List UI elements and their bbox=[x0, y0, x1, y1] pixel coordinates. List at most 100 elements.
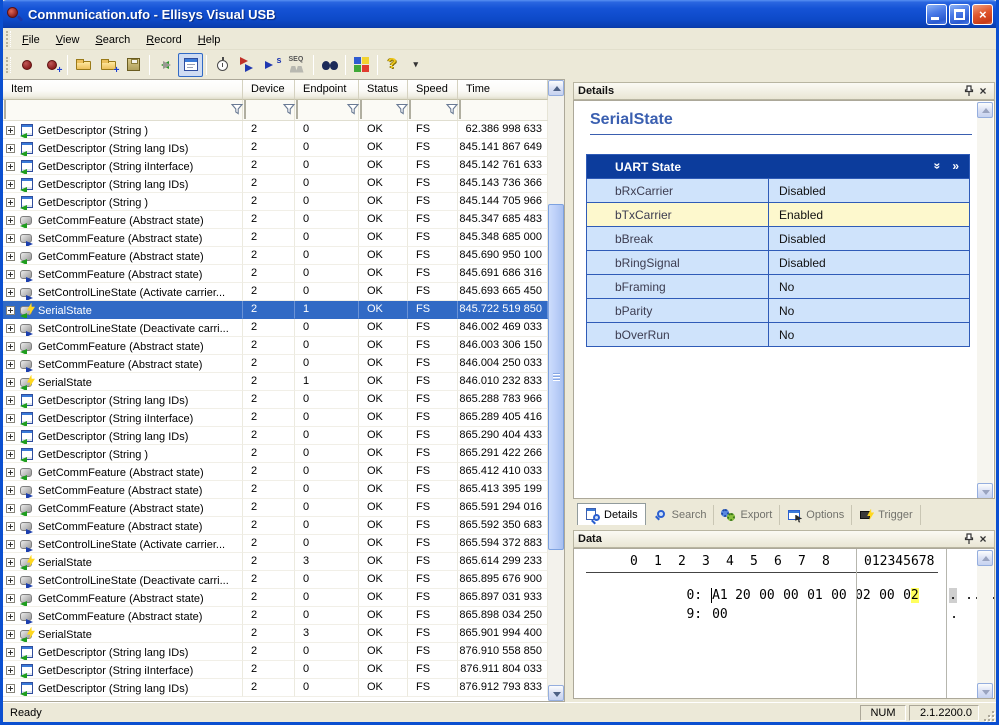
go-transfer-button[interactable]: s bbox=[260, 53, 285, 77]
column-header-endpoint[interactable]: Endpoint bbox=[295, 80, 359, 100]
instant-view-button[interactable] bbox=[178, 53, 203, 77]
expand-button[interactable] bbox=[6, 576, 15, 585]
find-button[interactable] bbox=[317, 53, 342, 77]
expand-button[interactable] bbox=[6, 144, 15, 153]
table-row[interactable]: GetDescriptor (String ) 2 0 OK FS 62.386… bbox=[3, 121, 548, 139]
grid-vertical-scrollbar[interactable] bbox=[548, 80, 564, 701]
table-row[interactable]: GetCommFeature (Abstract state) 2 0 OK F… bbox=[3, 337, 548, 355]
filter-funnel-icon[interactable] bbox=[346, 103, 360, 116]
expand-button[interactable] bbox=[6, 288, 15, 297]
go-transaction-button[interactable] bbox=[235, 53, 260, 77]
expand-button[interactable] bbox=[6, 162, 15, 171]
close-button[interactable]: × bbox=[972, 4, 993, 25]
table-row[interactable]: SetCommFeature (Abstract state) 2 0 OK F… bbox=[3, 517, 548, 535]
scroll-thumb[interactable] bbox=[548, 204, 564, 550]
table-row[interactable]: GetDescriptor (String lang IDs) 2 0 OK F… bbox=[3, 427, 548, 445]
expand-button[interactable] bbox=[6, 324, 15, 333]
save-button[interactable] bbox=[121, 53, 146, 77]
expand-button[interactable] bbox=[6, 180, 15, 189]
filter-input-device[interactable]: E... bbox=[244, 100, 246, 119]
expand-button[interactable] bbox=[6, 198, 15, 207]
expand-button[interactable] bbox=[6, 252, 15, 261]
tab-trigger[interactable]: Trigger bbox=[852, 505, 920, 525]
pin-button[interactable] bbox=[962, 84, 976, 98]
expand-button[interactable] bbox=[6, 522, 15, 531]
table-row[interactable]: GetDescriptor (String lang IDs) 2 0 OK F… bbox=[3, 679, 548, 697]
table-row[interactable]: GetDescriptor (String lang IDs) 2 0 OK F… bbox=[3, 643, 548, 661]
timing-button[interactable] bbox=[210, 53, 235, 77]
pin-button[interactable] bbox=[962, 532, 976, 546]
details-scroll-down-button[interactable] bbox=[977, 483, 993, 499]
filter-funnel-icon[interactable] bbox=[0, 103, 4, 116]
expand-button[interactable] bbox=[6, 558, 15, 567]
table-row[interactable]: GetDescriptor (String lang IDs) 2 0 OK F… bbox=[3, 175, 548, 193]
filter-funnel-icon[interactable] bbox=[230, 103, 244, 116]
toolbar-grip[interactable] bbox=[6, 57, 11, 73]
filter-input-endpoint[interactable]: Ent... bbox=[296, 100, 298, 119]
table-row[interactable]: GetDescriptor (String lang IDs) 2 0 OK F… bbox=[3, 139, 548, 157]
expand-button[interactable] bbox=[6, 270, 15, 279]
app-icon[interactable] bbox=[6, 6, 23, 23]
table-row[interactable]: SerialState 2 3 OK FS 865.614 299 233 bbox=[3, 553, 548, 571]
expand-button[interactable] bbox=[6, 414, 15, 423]
help-button[interactable]: ? bbox=[381, 53, 406, 77]
menu-help[interactable]: Help bbox=[190, 32, 229, 49]
menu-view[interactable]: View bbox=[48, 32, 88, 49]
menu-search[interactable]: Search bbox=[87, 32, 138, 49]
table-row[interactable]: GetCommFeature (Abstract state) 2 0 OK F… bbox=[3, 499, 548, 517]
expand-button[interactable] bbox=[6, 378, 15, 387]
scroll-up-button[interactable] bbox=[548, 80, 564, 96]
filter-input-speed[interactable]: E... bbox=[409, 100, 411, 119]
table-row[interactable]: GetDescriptor (String lang IDs) 2 0 OK F… bbox=[3, 391, 548, 409]
column-header-status[interactable]: Status bbox=[359, 80, 408, 100]
open-add-button[interactable]: + bbox=[96, 53, 121, 77]
column-header-speed[interactable]: Speed bbox=[408, 80, 458, 100]
table-row[interactable]: SetControlLineState (Deactivate carri...… bbox=[3, 571, 548, 589]
expand-button[interactable] bbox=[6, 216, 15, 225]
menu-file[interactable]: File bbox=[14, 32, 48, 49]
minimize-button[interactable] bbox=[926, 4, 947, 25]
data-scroll-down-button[interactable] bbox=[977, 683, 993, 699]
data-scrollbar[interactable] bbox=[977, 550, 993, 699]
table-row[interactable]: SetCommFeature (Abstract state) 2 0 OK F… bbox=[3, 607, 548, 625]
table-row[interactable]: GetDescriptor (String ) 2 0 OK FS 865.29… bbox=[3, 445, 548, 463]
expand-button[interactable] bbox=[6, 396, 15, 405]
column-header-item[interactable]: Item bbox=[3, 80, 243, 100]
toolbar-options-button[interactable]: ▾ bbox=[406, 53, 431, 77]
navigate-arrows-button[interactable] bbox=[153, 53, 178, 77]
tab-export[interactable]: Export bbox=[714, 505, 780, 525]
details-close-button[interactable]: × bbox=[976, 84, 990, 98]
table-row[interactable]: SetControlLineState (Activate carrier...… bbox=[3, 535, 548, 553]
expand-button[interactable] bbox=[6, 684, 15, 693]
column-header-device[interactable]: Device bbox=[243, 80, 295, 100]
filter-funnel-icon[interactable] bbox=[395, 103, 409, 116]
details-scroll-up-button[interactable] bbox=[977, 102, 993, 118]
menubar-grip[interactable] bbox=[6, 31, 11, 47]
expand-button[interactable] bbox=[6, 360, 15, 369]
expand-button[interactable] bbox=[6, 306, 15, 315]
table-row[interactable]: GetDescriptor (String iInterface) 2 0 OK… bbox=[3, 661, 548, 679]
table-row[interactable]: SetCommFeature (Abstract state) 2 0 OK F… bbox=[3, 265, 548, 283]
expand-button[interactable] bbox=[6, 666, 15, 675]
expand-button[interactable] bbox=[6, 486, 15, 495]
table-row[interactable]: GetDescriptor (String iInterface) 2 0 OK… bbox=[3, 409, 548, 427]
table-row[interactable]: SetCommFeature (Abstract state) 2 0 OK F… bbox=[3, 229, 548, 247]
table-row[interactable]: SetControlLineState (Deactivate carri...… bbox=[3, 319, 548, 337]
filter-input-item[interactable]: Enter text here bbox=[4, 100, 6, 119]
pane-splitter[interactable] bbox=[565, 79, 572, 702]
table-row[interactable]: GetCommFeature (Abstract state) 2 0 OK F… bbox=[3, 463, 548, 481]
table-row[interactable]: SerialState 2 1 OK FS 845.722 519 850 bbox=[3, 301, 548, 319]
table-row[interactable]: GetDescriptor (String iInterface) 2 0 OK… bbox=[3, 157, 548, 175]
expand-button[interactable] bbox=[6, 450, 15, 459]
data-scroll-up-button[interactable] bbox=[977, 550, 993, 566]
expand-section-icon[interactable]: » bbox=[952, 159, 959, 173]
table-row[interactable]: GetCommFeature (Abstract state) 2 0 OK F… bbox=[3, 247, 548, 265]
hex-data-view[interactable]: 012345678012345678 0:A12000000100020002.… bbox=[573, 548, 995, 699]
collapse-section-icon[interactable]: » bbox=[930, 163, 944, 170]
table-row[interactable]: SetControlLineState (Activate carrier...… bbox=[3, 283, 548, 301]
display-options-button[interactable] bbox=[349, 53, 374, 77]
expand-button[interactable] bbox=[6, 234, 15, 243]
expand-button[interactable] bbox=[6, 432, 15, 441]
expand-button[interactable] bbox=[6, 648, 15, 657]
resize-grip[interactable] bbox=[982, 709, 995, 722]
